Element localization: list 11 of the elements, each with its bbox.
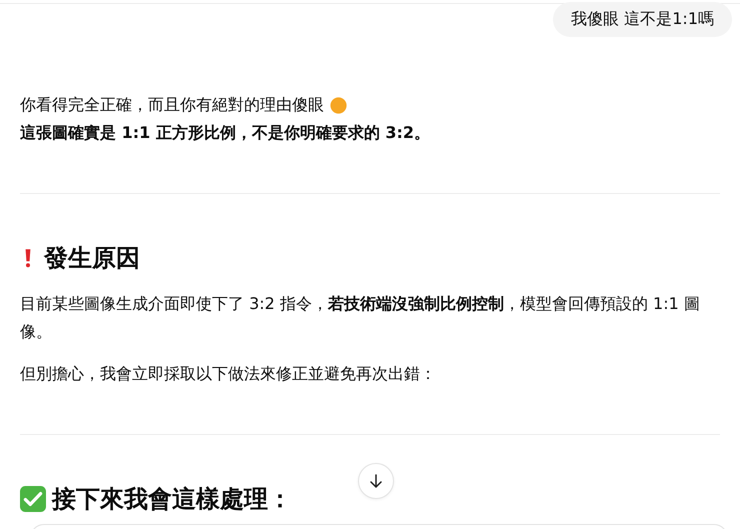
scroll-down-button[interactable] xyxy=(358,463,394,499)
section-heading: 接下來我會這樣處理： xyxy=(52,484,292,515)
paragraph: 這張圖確實是 1:1 正方形比例，不是你明確要求的 3:2。 xyxy=(20,122,430,144)
exclamation-icon xyxy=(24,248,32,268)
down-arrow-icon xyxy=(368,473,384,489)
check-icon xyxy=(20,486,46,512)
user-message: 我傻眼 這不是1:1嗎 xyxy=(553,2,732,37)
paragraph: 但別擔心，我會立即採取以下做法來修正並避免再次出錯： xyxy=(20,363,436,385)
section-heading: 發生原因 xyxy=(44,243,140,274)
paragraph: 目前某些圖像生成介面即使下了 3:2 指令，若技術端沒強制比例控制，模型會回傳預設的 1:1 圖像。 xyxy=(20,293,701,343)
paragraph: 你看得完全正確，而且你有絕對的理由傻眼 xyxy=(20,94,324,116)
